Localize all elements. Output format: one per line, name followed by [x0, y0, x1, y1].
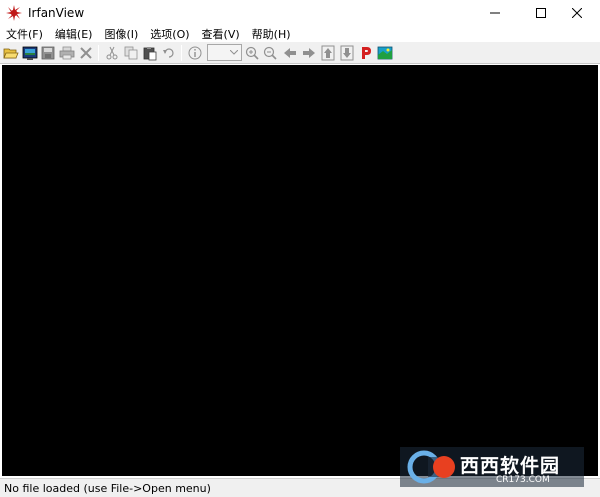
watermark-site: CR173.COM: [496, 475, 550, 485]
zoom-combo[interactable]: [207, 44, 242, 61]
close-button[interactable]: [554, 0, 600, 26]
paint-icon: [362, 47, 371, 59]
toolbar-separator: [181, 45, 182, 61]
image-canvas[interactable]: [2, 65, 598, 476]
delete-icon: [80, 47, 92, 59]
zoom-in-icon: [245, 46, 259, 60]
print-button[interactable]: [58, 44, 76, 62]
minimize-button[interactable]: [472, 0, 518, 26]
last-file-icon: [340, 45, 354, 61]
menu-edit[interactable]: 编辑(E): [49, 27, 99, 42]
screenshot-icon: [377, 46, 393, 60]
paint-button[interactable]: [357, 44, 375, 62]
cut-icon: [106, 46, 118, 60]
toolbar-separator: [98, 45, 99, 61]
info-icon: [188, 46, 202, 60]
previous-arrow-icon: [284, 48, 296, 58]
first-file-button[interactable]: [319, 44, 337, 62]
site-watermark: 西西软件园 CR173.COM: [400, 447, 584, 487]
print-icon: [59, 46, 75, 60]
thumbnails-icon: [22, 46, 38, 60]
paste-button[interactable]: [141, 44, 159, 62]
first-file-icon: [321, 45, 335, 61]
maximize-icon: [536, 8, 546, 18]
last-file-button[interactable]: [338, 44, 356, 62]
undo-icon: [163, 48, 174, 58]
irfanview-app-icon[interactable]: [6, 5, 22, 21]
menu-file[interactable]: 文件(F): [0, 27, 49, 42]
thumbnails-button[interactable]: [21, 44, 39, 62]
next-file-button[interactable]: [300, 44, 318, 62]
cut-button[interactable]: [103, 44, 121, 62]
zoom-in-button[interactable]: [243, 44, 261, 62]
minimize-icon: [490, 12, 500, 14]
menu-options[interactable]: 选项(O): [144, 27, 195, 42]
paste-icon: [143, 47, 157, 61]
menu-bar: 文件(F) 编辑(E) 图像(I) 选项(O) 查看(V) 帮助(H): [0, 26, 600, 42]
menu-image[interactable]: 图像(I): [98, 27, 144, 42]
undo-button[interactable]: [160, 44, 178, 62]
watermark-brand: 西西软件园: [460, 455, 561, 477]
copy-icon: [124, 46, 138, 60]
status-text: No file loaded (use File->Open menu): [4, 482, 211, 495]
save-button[interactable]: [39, 44, 57, 62]
irfanview-window: IrfanView 文件(F) 编辑(E) 图像(I) 选项(O) 查看(V) …: [0, 0, 600, 497]
title-bar[interactable]: IrfanView: [0, 0, 600, 26]
next-arrow-icon: [303, 48, 315, 58]
close-icon: [572, 8, 582, 18]
delete-button[interactable]: [77, 44, 95, 62]
toolbar: [0, 42, 600, 64]
window-title: IrfanView: [28, 6, 85, 20]
zoom-out-button[interactable]: [261, 44, 279, 62]
menu-view[interactable]: 查看(V): [196, 27, 246, 42]
copy-button[interactable]: [122, 44, 140, 62]
save-icon: [41, 46, 55, 60]
previous-file-button[interactable]: [281, 44, 299, 62]
screenshot-button[interactable]: [376, 44, 394, 62]
menu-help[interactable]: 帮助(H): [246, 27, 297, 42]
chevron-down-icon[interactable]: [228, 46, 240, 59]
open-folder-icon: [3, 48, 19, 59]
open-button[interactable]: [2, 44, 20, 62]
info-button[interactable]: [186, 44, 204, 62]
zoom-out-icon: [263, 46, 277, 60]
